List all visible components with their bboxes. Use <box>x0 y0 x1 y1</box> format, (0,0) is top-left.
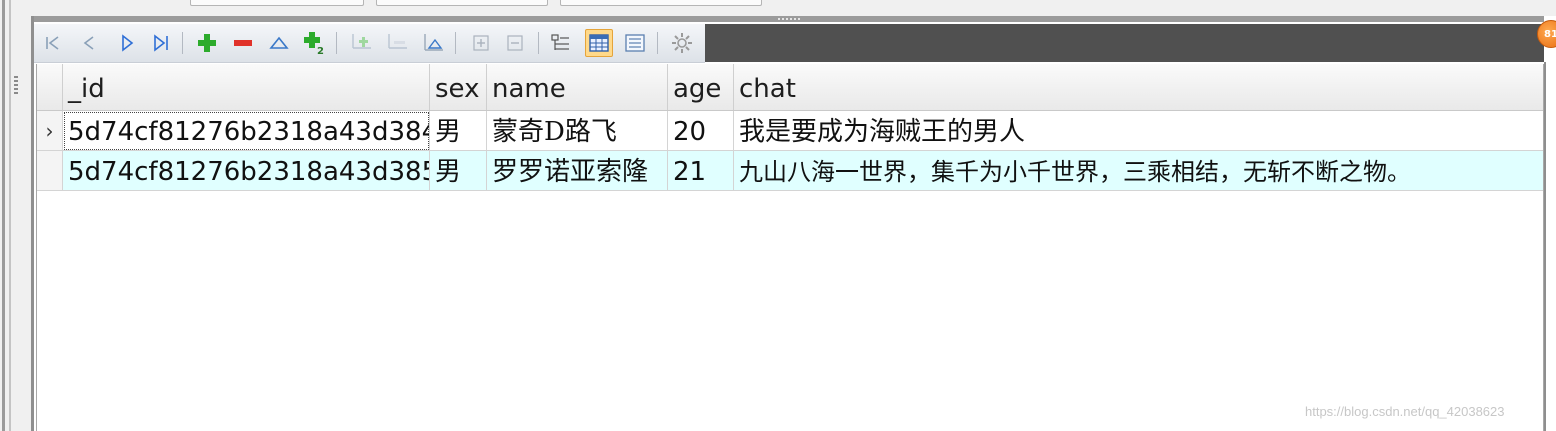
row-indicator: › <box>37 111 63 151</box>
gutter-border <box>2 0 5 431</box>
last-record-icon[interactable] <box>149 30 175 56</box>
watermark: https://blog.csdn.net/qq_42038623 <box>1305 404 1505 419</box>
next-record-icon[interactable] <box>114 30 140 56</box>
tree-view-icon[interactable] <box>548 30 574 56</box>
record-toolbar: 2 <box>34 24 1544 63</box>
horizontal-splitter[interactable] <box>34 16 1544 22</box>
gutter-border-inner <box>9 0 11 431</box>
cell-name[interactable]: 罗罗诺亚索隆 <box>487 151 668 191</box>
add-multiple-icon[interactable]: 2 <box>302 30 328 56</box>
column-header-name[interactable]: name <box>487 64 668 110</box>
top-button-2[interactable] <box>376 0 548 6</box>
cell-sex[interactable]: 男 <box>430 151 487 191</box>
cell-id[interactable]: 5d74cf81276b2318a43d384f <box>63 111 430 151</box>
badge-count: 81 <box>1544 28 1556 40</box>
row-indicator <box>37 151 63 191</box>
toolbar-separator <box>336 32 337 54</box>
remove-field-icon[interactable] <box>384 30 410 56</box>
delete-record-icon[interactable] <box>230 30 256 56</box>
cell-id[interactable]: 5d74cf81276b2318a43d3850 <box>63 151 430 191</box>
toolbar-separator <box>657 32 658 54</box>
column-header-age[interactable]: age <box>668 64 734 110</box>
top-panel-strip <box>34 0 1556 16</box>
grid-view-icon[interactable] <box>585 29 613 57</box>
column-header-id[interactable]: _id <box>63 64 430 110</box>
cell-sex[interactable]: 男 <box>430 111 487 151</box>
add-record-icon[interactable] <box>194 30 220 56</box>
left-gutter <box>0 0 34 431</box>
toolbar-separator <box>455 32 456 54</box>
toolbar-separator <box>182 32 183 54</box>
text-view-icon[interactable] <box>622 30 648 56</box>
column-header-chat[interactable]: chat <box>734 64 1543 110</box>
gutter-edge <box>31 16 34 431</box>
up-triangle-icon[interactable] <box>266 30 292 56</box>
cell-chat[interactable]: 我是要成为海贼王的男人 <box>734 111 1543 151</box>
cell-age[interactable]: 20 <box>668 111 734 151</box>
right-border <box>1544 62 1546 431</box>
column-header-sex[interactable]: sex <box>430 64 487 110</box>
top-button-3[interactable] <box>560 0 762 6</box>
toolbar-separator <box>538 32 539 54</box>
expand-all-icon[interactable] <box>468 30 494 56</box>
settings-icon[interactable] <box>669 30 695 56</box>
splitter-dots <box>778 18 800 20</box>
splitter-grip[interactable] <box>14 76 18 96</box>
grid-header: _id sex name age chat <box>37 64 1543 111</box>
svg-text:2: 2 <box>317 46 324 55</box>
prev-record-icon[interactable] <box>76 30 102 56</box>
header-indicator <box>37 64 63 110</box>
cell-name[interactable]: 蒙奇D路飞 <box>487 111 668 151</box>
collapse-all-icon[interactable] <box>502 30 528 56</box>
table-row[interactable]: › 5d74cf81276b2318a43d384f 男 蒙奇D路飞 20 我是… <box>37 111 1543 151</box>
insert-field-icon[interactable] <box>348 30 374 56</box>
top-button-1[interactable] <box>190 0 364 6</box>
data-grid: _id sex name age chat › 5d74cf81276b2318… <box>36 64 1544 431</box>
first-record-icon[interactable] <box>40 30 66 56</box>
cell-chat[interactable]: 九山八海一世界，集千为小千世界，三乘相结，无斩不断之物。 <box>734 151 1543 191</box>
field-up-icon[interactable] <box>420 30 446 56</box>
table-row[interactable]: 5d74cf81276b2318a43d3850 男 罗罗诺亚索隆 21 九山八… <box>37 151 1543 191</box>
toolbar-buttons-area: 2 <box>34 24 705 63</box>
cell-age[interactable]: 21 <box>668 151 734 191</box>
